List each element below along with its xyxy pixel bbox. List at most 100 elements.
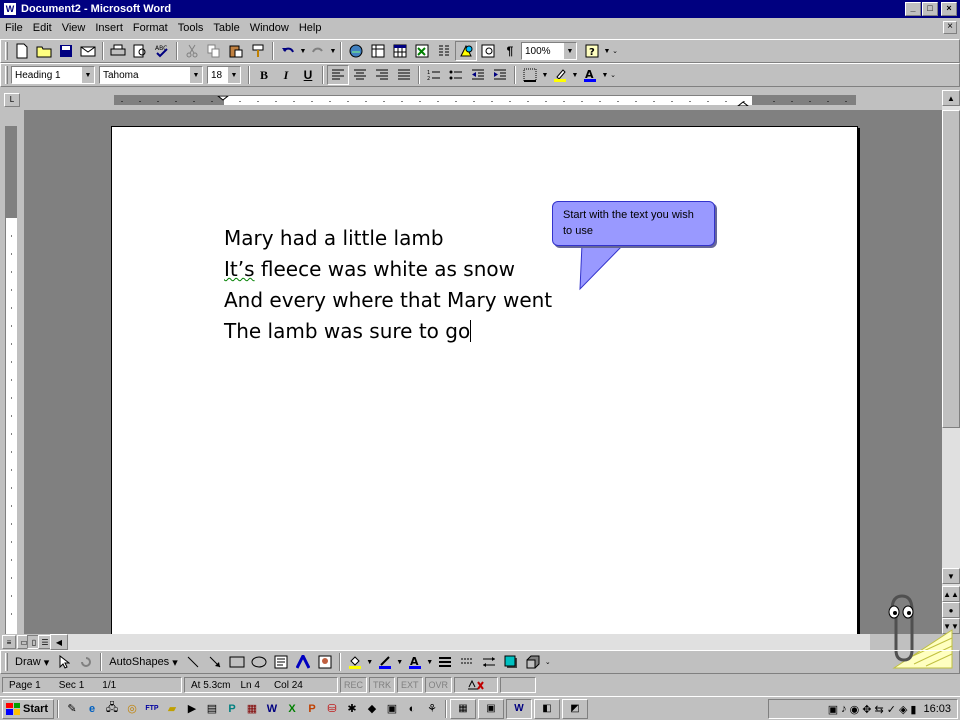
clock[interactable]: 16:03: [923, 703, 951, 715]
spelling-check-icon[interactable]: ABC: [151, 41, 173, 61]
quicklaunch-app2-icon[interactable]: ▣: [383, 700, 401, 718]
document-close-button[interactable]: ×: [943, 21, 957, 34]
drawing-toggle-icon[interactable]: [455, 41, 477, 61]
quicklaunch-app4-icon[interactable]: ⚘: [423, 700, 441, 718]
menu-help[interactable]: Help: [294, 22, 327, 34]
align-center-icon[interactable]: [349, 65, 371, 85]
tray-app3-icon[interactable]: ◈: [899, 703, 907, 716]
toolbar-grip[interactable]: [5, 66, 8, 84]
text-box-tool-icon[interactable]: [270, 652, 292, 672]
font-dropdown-arrow-icon[interactable]: ▼: [189, 67, 202, 83]
menu-window[interactable]: Window: [245, 22, 294, 34]
draw-font-color-dropdown-arrow-icon[interactable]: ▼: [426, 652, 434, 672]
task-button-5[interactable]: ◩: [562, 698, 588, 719]
quicklaunch-paint-icon[interactable]: ✱: [343, 700, 361, 718]
tables-borders-icon[interactable]: [367, 41, 389, 61]
align-left-icon[interactable]: [327, 65, 349, 85]
line-color-dropdown-arrow-icon[interactable]: ▼: [396, 652, 404, 672]
shadow-icon[interactable]: [500, 652, 522, 672]
tab-selector-icon[interactable]: L: [4, 93, 20, 107]
tray-scheduler-icon[interactable]: ✥: [862, 703, 871, 716]
insert-hyperlink-icon[interactable]: [345, 41, 367, 61]
autoshapes-menu[interactable]: AutoShapes ▾: [105, 652, 182, 672]
font-size-select[interactable]: 18 ▼: [207, 66, 241, 84]
menu-edit[interactable]: Edit: [28, 22, 57, 34]
save-icon[interactable]: [55, 41, 77, 61]
ruler-strip[interactable]: [114, 95, 856, 106]
fill-color-dropdown-arrow-icon[interactable]: ▼: [366, 652, 374, 672]
quicklaunch-excel-icon[interactable]: X: [283, 700, 301, 718]
tray-app4-icon[interactable]: ▮: [910, 703, 916, 716]
scroll-left-icon[interactable]: ◀: [50, 634, 68, 650]
tray-app2-icon[interactable]: ✓: [887, 703, 896, 716]
menu-insert[interactable]: Insert: [90, 22, 128, 34]
document-line-4-text[interactable]: The lamb was sure to go: [224, 319, 470, 343]
redo-dropdown-arrow-icon[interactable]: ▼: [329, 41, 337, 61]
fill-color-icon[interactable]: [344, 652, 366, 672]
open-folder-icon[interactable]: [33, 41, 55, 61]
tray-volume-icon[interactable]: ♪: [841, 703, 847, 715]
line-style-icon[interactable]: [434, 652, 456, 672]
font-color-icon[interactable]: A: [579, 65, 601, 85]
toolbar-grip[interactable]: [5, 653, 8, 671]
quicklaunch-powerpoint-icon[interactable]: P: [303, 700, 321, 718]
spelling-status-icon[interactable]: [454, 677, 499, 693]
more-buttons-icon[interactable]: ⌄: [544, 652, 552, 672]
quicklaunch-word-icon[interactable]: W: [263, 700, 281, 718]
bullets-icon[interactable]: [445, 65, 467, 85]
tray-app-icon[interactable]: ⇆: [875, 703, 884, 716]
more-buttons-icon[interactable]: ⌄: [611, 41, 619, 61]
quicklaunch-printer-icon[interactable]: ▤: [203, 700, 221, 718]
task-button-1[interactable]: ▦: [450, 698, 476, 719]
menu-format[interactable]: Format: [128, 22, 173, 34]
columns-icon[interactable]: [433, 41, 455, 61]
task-button-4[interactable]: ◧: [534, 698, 560, 719]
document-map-icon[interactable]: [477, 41, 499, 61]
quicklaunch-ftp-icon[interactable]: FTP: [143, 700, 161, 718]
document-body[interactable]: Mary had a little lamb It’s fleece was w…: [224, 223, 552, 347]
highlight-icon[interactable]: [549, 65, 571, 85]
draw-font-color-icon[interactable]: A: [404, 652, 426, 672]
start-button[interactable]: Start: [2, 698, 54, 719]
document-page[interactable]: Mary had a little lamb It’s fleece was w…: [111, 126, 858, 634]
rectangle-tool-icon[interactable]: [226, 652, 248, 672]
word-app-icon[interactable]: W: [3, 2, 17, 16]
3d-icon[interactable]: [522, 652, 544, 672]
increase-indent-icon[interactable]: [489, 65, 511, 85]
undo-icon[interactable]: [277, 41, 299, 61]
quicklaunch-publisher-icon[interactable]: P: [223, 700, 241, 718]
quicklaunch-folder-icon[interactable]: ▰: [163, 700, 181, 718]
menu-tools[interactable]: Tools: [173, 22, 209, 34]
more-buttons-icon[interactable]: ⌄: [609, 65, 617, 85]
borders-dropdown-arrow-icon[interactable]: ▼: [541, 65, 549, 85]
status-ovr[interactable]: OVR: [424, 677, 453, 693]
new-document-icon[interactable]: [11, 41, 33, 61]
document-line-1[interactable]: Mary had a little lamb: [224, 223, 552, 254]
borders-icon[interactable]: [519, 65, 541, 85]
format-painter-icon[interactable]: [247, 41, 269, 61]
numbering-icon[interactable]: 12: [423, 65, 445, 85]
quicklaunch-outlook-icon[interactable]: ◎: [123, 700, 141, 718]
normal-view-icon[interactable]: ≡: [2, 635, 16, 649]
underline-button[interactable]: U: [297, 65, 319, 85]
quicklaunch-network-icon[interactable]: 🖧: [103, 700, 121, 718]
style-select[interactable]: Heading 1 ▼: [11, 66, 95, 84]
font-select[interactable]: Tahoma ▼: [99, 66, 203, 84]
arrow-tool-icon[interactable]: [204, 652, 226, 672]
minimize-button[interactable]: _: [905, 2, 921, 16]
tray-antivirus-icon[interactable]: ◉: [850, 703, 860, 716]
status-trk[interactable]: TRK: [369, 677, 396, 693]
font-color-dropdown-arrow-icon[interactable]: ▼: [601, 65, 609, 85]
status-rec[interactable]: REC: [340, 677, 368, 693]
copy-icon[interactable]: [203, 41, 225, 61]
task-button-2[interactable]: ▣: [478, 698, 504, 719]
undo-dropdown-arrow-icon[interactable]: ▼: [299, 41, 307, 61]
wordart-icon[interactable]: [292, 652, 314, 672]
document-line-4[interactable]: The lamb was sure to go: [224, 316, 552, 347]
vertical-scrollbar[interactable]: ▲ ▼ ▲▲ ● ▼▼: [942, 90, 960, 634]
quicklaunch-notepad-icon[interactable]: ✎: [63, 700, 81, 718]
line-tool-icon[interactable]: [182, 652, 204, 672]
font-size-dropdown-arrow-icon[interactable]: ▼: [227, 67, 240, 83]
horizontal-scrollbar[interactable]: ◀: [50, 634, 870, 650]
zoom-select[interactable]: 100% ▼: [521, 42, 577, 60]
